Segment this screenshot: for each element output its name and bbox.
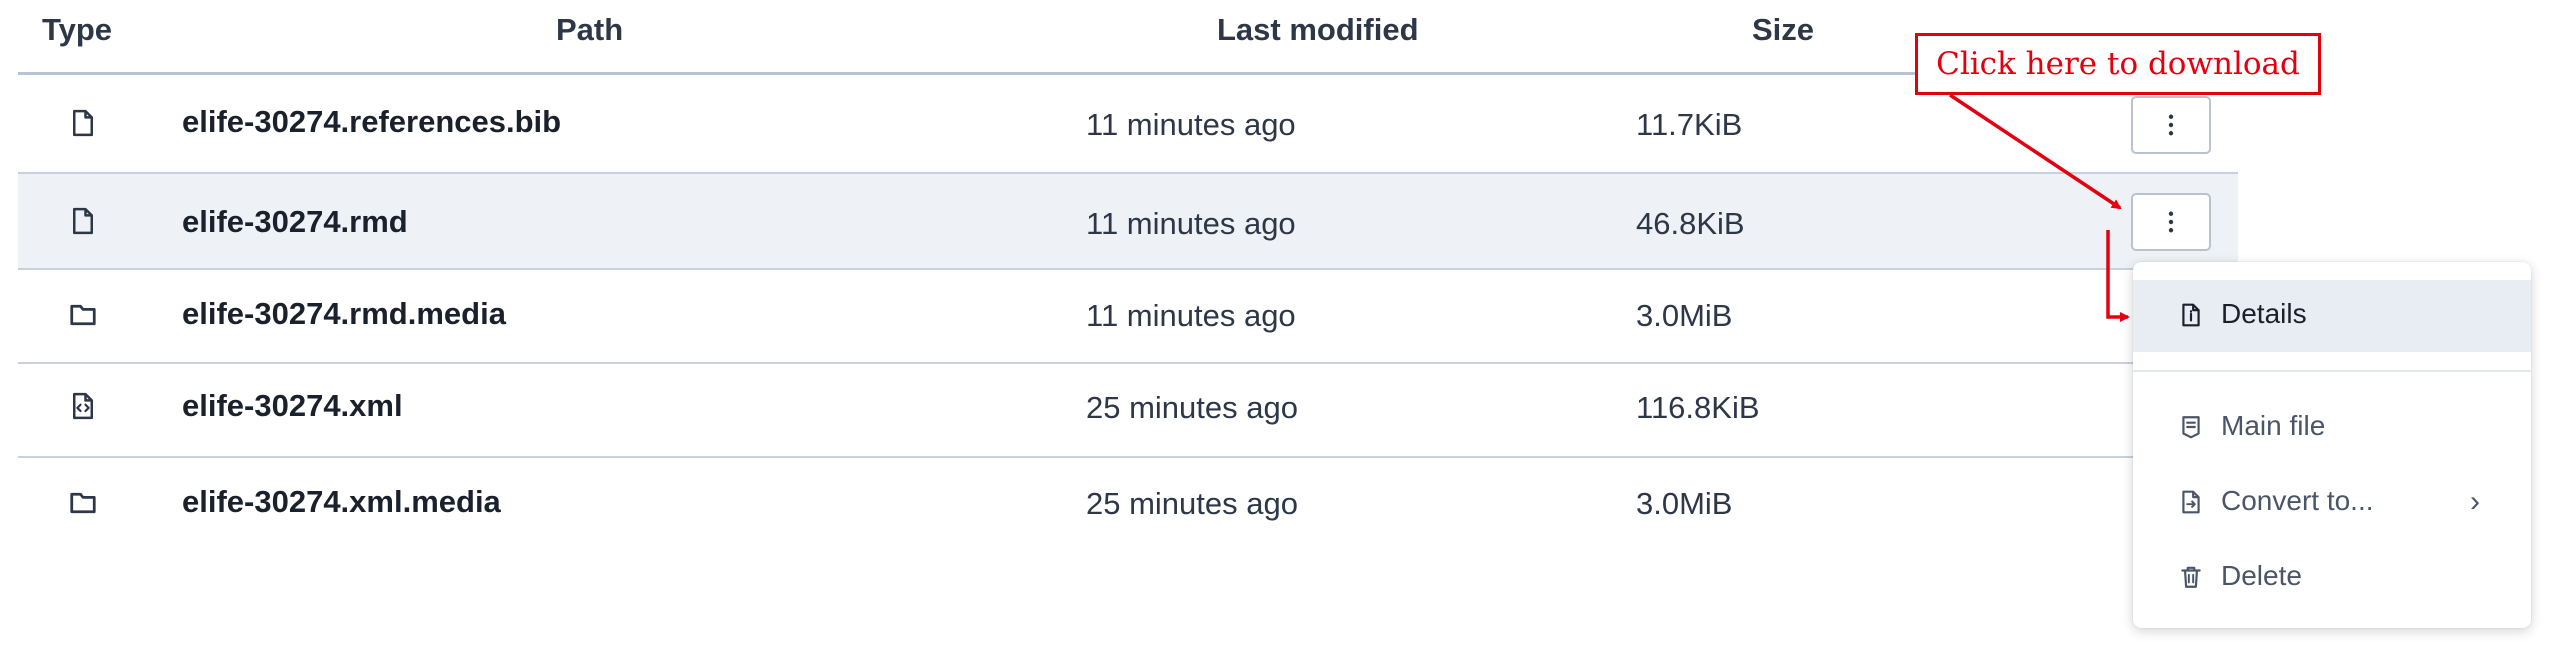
table-row[interactable]: elife-30274.xml.media 25 minutes ago 3.0… — [18, 458, 2238, 552]
trash-icon — [2178, 564, 2204, 590]
kebab-icon — [2168, 211, 2174, 233]
folder-icon — [68, 300, 98, 330]
menu-item-details[interactable]: Details — [2133, 280, 2531, 352]
menu-item-label: Main file — [2221, 410, 2326, 441]
file-icon — [68, 206, 98, 236]
file-size: 3.0MiB — [1636, 486, 1733, 521]
file-path[interactable]: elife-30274.xml — [182, 388, 403, 424]
column-header-size[interactable]: Size — [1752, 12, 1814, 48]
last-modified: 11 minutes ago — [1086, 206, 1296, 241]
folder-path[interactable]: elife-30274.xml.media — [182, 484, 501, 520]
menu-item-label: Convert to... — [2221, 485, 2374, 516]
table-row[interactable]: elife-30274.rmd 11 minutes ago 46.8KiB — [18, 174, 2238, 268]
file-size: 3.0MiB — [1636, 298, 1733, 333]
column-header-type: Type — [42, 12, 113, 47]
convert-icon — [2178, 489, 2204, 515]
code-file-icon — [68, 391, 98, 421]
file-icon — [68, 108, 98, 138]
menu-item-convert-to[interactable]: Convert to... › — [2133, 467, 2531, 539]
menu-item-label: Details — [2221, 298, 2307, 329]
table-row[interactable]: elife-30274.xml 25 minutes ago 116.8KiB — [18, 364, 2238, 458]
last-modified: 25 minutes ago — [1086, 486, 1298, 521]
chevron-right-icon: › — [2470, 485, 2480, 518]
main-file-icon — [2178, 414, 2204, 440]
file-path[interactable]: elife-30274.references.bib — [182, 104, 561, 140]
row-actions-menu: Details Main file Convert to... › Delete — [2133, 262, 2531, 628]
file-size: 11.7KiB — [1636, 107, 1743, 142]
table-row[interactable]: elife-30274.references.bib 11 minutes ag… — [18, 76, 2238, 170]
menu-item-delete[interactable]: Delete — [2133, 542, 2531, 614]
folder-icon — [68, 488, 98, 518]
table-row[interactable]: elife-30274.rmd.media 11 minutes ago 3.0… — [18, 270, 2238, 364]
menu-divider — [2133, 370, 2531, 372]
row-actions-button[interactable] — [2131, 96, 2211, 154]
menu-item-label: Delete — [2221, 560, 2302, 591]
header-divider — [18, 72, 2238, 75]
annotation-callout: Click here to download — [1915, 33, 2321, 95]
menu-item-main-file[interactable]: Main file — [2133, 392, 2531, 464]
row-actions-button[interactable] — [2131, 193, 2211, 251]
file-size: 46.8KiB — [1636, 206, 1745, 241]
file-size: 116.8KiB — [1636, 390, 1760, 425]
kebab-icon — [2168, 114, 2174, 136]
file-info-icon — [2178, 302, 2204, 328]
last-modified: 11 minutes ago — [1086, 298, 1296, 333]
last-modified: 25 minutes ago — [1086, 390, 1298, 425]
column-header-last-modified[interactable]: Last modified — [1217, 12, 1419, 48]
column-header-path[interactable]: Path — [556, 12, 623, 48]
last-modified: 11 minutes ago — [1086, 107, 1296, 142]
file-path[interactable]: elife-30274.rmd — [182, 204, 408, 240]
folder-path[interactable]: elife-30274.rmd.media — [182, 296, 506, 332]
